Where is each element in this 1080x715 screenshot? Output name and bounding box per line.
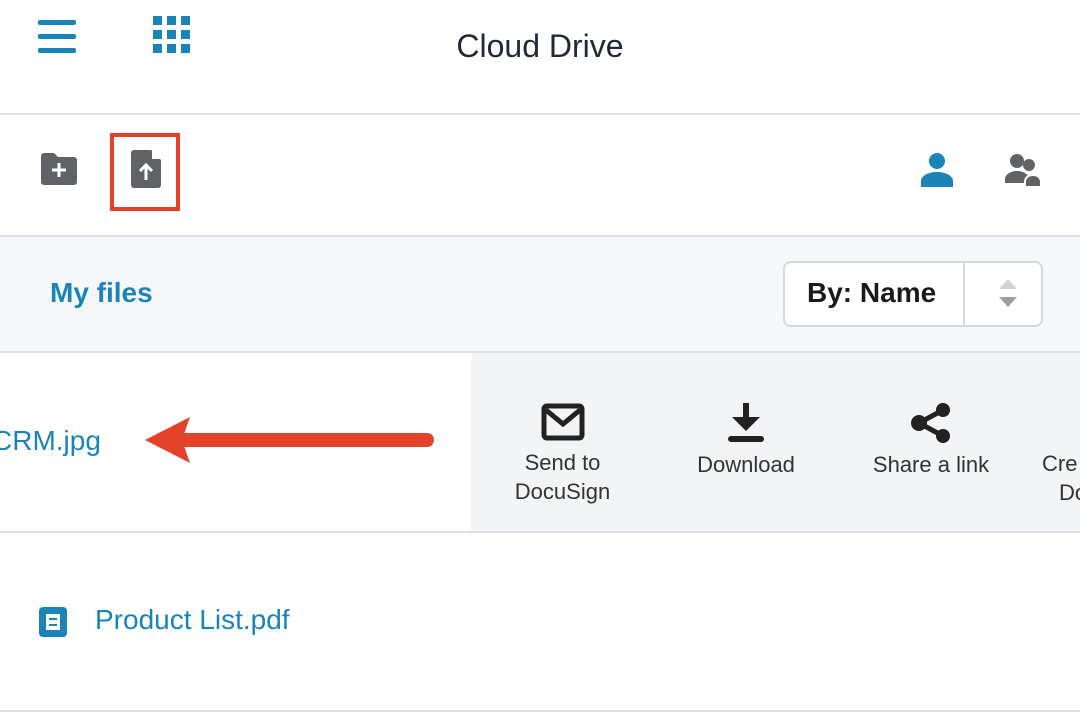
app-title: Cloud Drive [456, 28, 624, 64]
action-label: Send to [524, 450, 601, 475]
sort-label: By: Name [807, 277, 937, 308]
envelope-icon [541, 403, 584, 441]
my-files-title[interactable]: My files [50, 277, 153, 309]
upload-highlight-box [110, 133, 180, 211]
action-label: Cre [1042, 451, 1078, 476]
annotation-arrow [145, 417, 434, 463]
download-icon [728, 403, 764, 442]
folder-plus-icon[interactable] [41, 153, 77, 185]
file-actions: Send to DocuSign Download Share a link C… [471, 353, 1080, 531]
sort-arrows-icon[interactable] [998, 277, 1018, 309]
people-icon[interactable] [1005, 153, 1041, 187]
file-name[interactable]: Product List.pdf [95, 604, 290, 636]
files-header: My files By: Name [0, 237, 1080, 353]
sort-select[interactable]: By: Name [783, 261, 1043, 327]
person-icon[interactable] [921, 153, 953, 187]
send-to-docusign-button[interactable]: Send to DocuSign [491, 403, 634, 506]
file-name[interactable]: CRM.jpg [0, 425, 101, 457]
share-link-button[interactable]: Share a link [856, 403, 1006, 479]
file-row[interactable]: Product List.pdf [0, 533, 1080, 712]
share-icon [911, 403, 950, 443]
action-label: DocuSign [514, 479, 611, 504]
action-label: Download [697, 452, 795, 477]
file-row[interactable]: CRM.jpg Send to DocuSign Download Share … [0, 353, 1080, 533]
download-button[interactable]: Download [676, 403, 816, 479]
action-label: Share a link [872, 452, 990, 477]
top-bar: Cloud Drive [0, 0, 1080, 115]
document-icon [39, 607, 67, 637]
create-document-button[interactable]: Cre Do [1042, 449, 1080, 507]
action-label: Do [1059, 480, 1080, 505]
sort-divider [963, 263, 965, 325]
